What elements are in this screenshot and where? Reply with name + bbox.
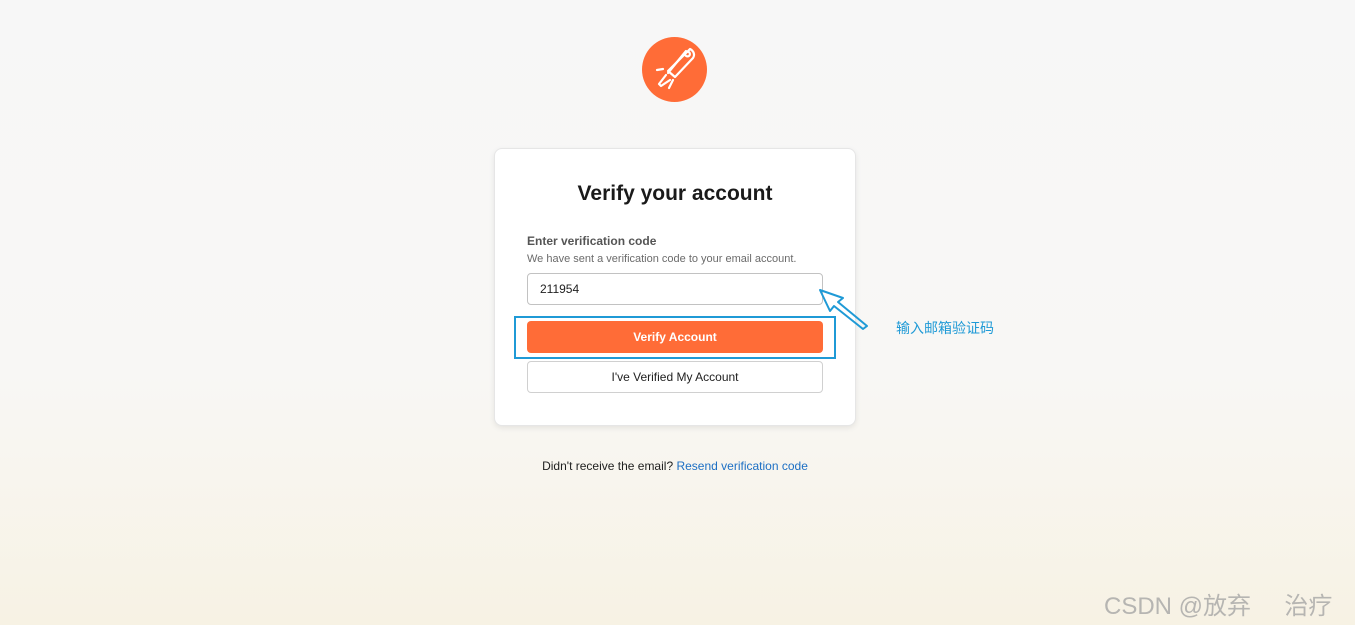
page-title: Verify your account	[577, 182, 773, 205]
verification-code-input[interactable]	[527, 273, 823, 305]
watermark: CSDN @放弃 治疗	[1104, 593, 1333, 620]
verify-card: Verify your account Enter verification c…	[494, 148, 856, 426]
annotation-highlight-box	[514, 316, 836, 359]
annotation-arrow-icon	[819, 289, 868, 330]
verification-code-help: We have sent a verification code to your…	[527, 253, 797, 265]
resend-prompt: Didn't receive the email?	[542, 459, 674, 473]
resend-verification-link[interactable]: Resend verification code	[676, 459, 807, 473]
postman-logo-icon	[642, 37, 707, 102]
verification-code-label: Enter verification code	[527, 234, 657, 248]
resend-row: Didn't receive the email? Resend verific…	[0, 459, 1350, 473]
verified-account-button[interactable]: I've Verified My Account	[527, 361, 823, 393]
annotation-label: 输入邮箱验证码	[896, 320, 994, 336]
rocket-icon	[655, 47, 696, 90]
